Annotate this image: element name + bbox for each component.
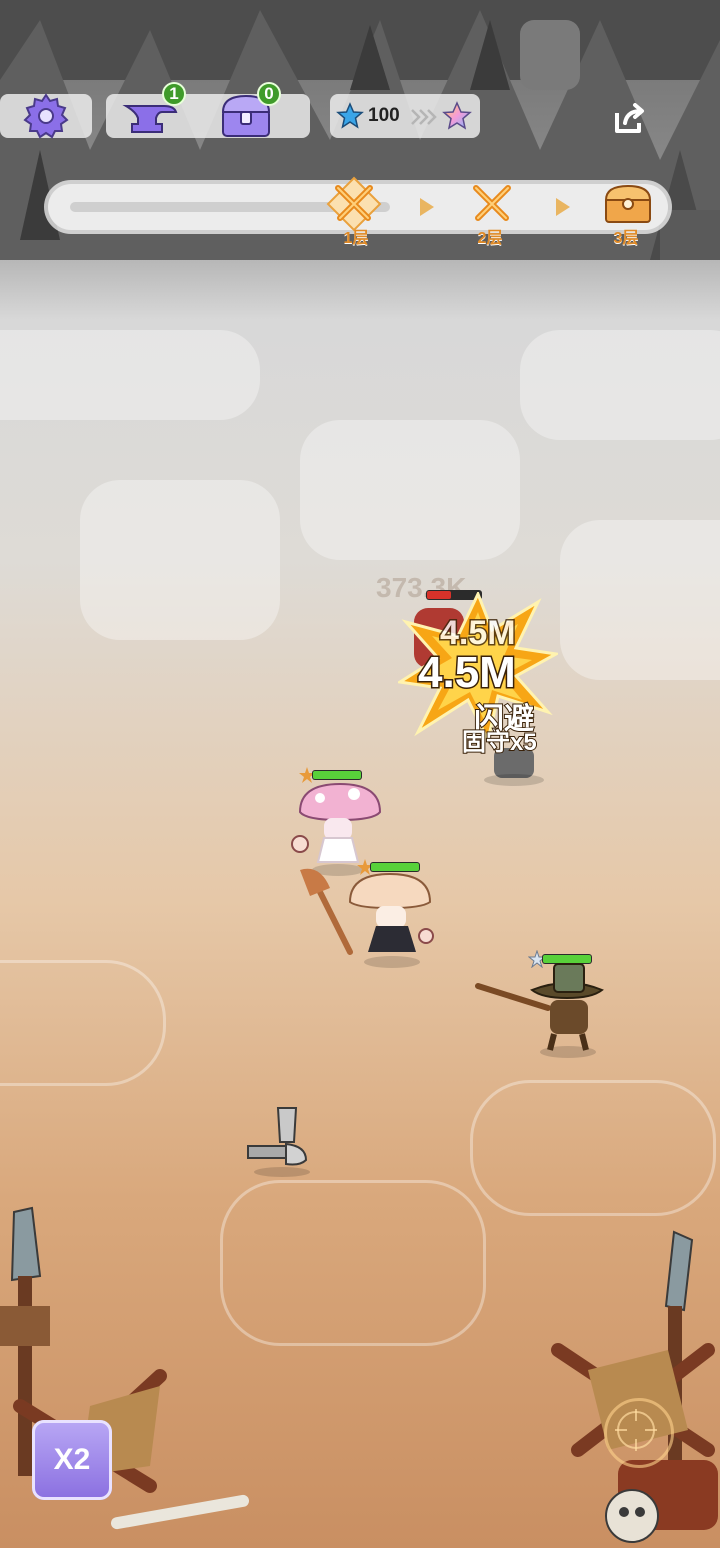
ground-crack	[470, 1080, 716, 1216]
stage-label-2: 2层	[477, 230, 503, 247]
guard-status-text: 固守x5	[461, 728, 538, 757]
ground-stone	[80, 480, 280, 640]
ground-crack	[0, 960, 166, 1086]
stage-arrow	[420, 198, 434, 216]
auto-skill-button[interactable]	[604, 1398, 674, 1468]
share-icon	[615, 103, 644, 133]
ground-stone	[300, 420, 520, 560]
ground-crack	[220, 1180, 486, 1346]
star-count: 100	[368, 105, 400, 126]
damage-number-large: 4.5M	[417, 647, 518, 699]
target-icon	[615, 1409, 657, 1451]
stage-label-1: 1层	[343, 230, 369, 247]
rainbow-star-icon	[442, 101, 472, 130]
crossed-swords-icon	[473, 185, 511, 221]
cream-mushroom-hero[interactable]	[300, 866, 440, 970]
chest-count-badge: 0	[257, 82, 281, 106]
settings-button[interactable]	[18, 90, 74, 142]
chevrons-right-icon	[411, 109, 437, 125]
treasure-chest-icon	[604, 184, 652, 223]
forge-count-badge: 1	[162, 82, 186, 106]
share-button[interactable]	[604, 96, 654, 142]
right-camp-decoration	[551, 1230, 718, 1543]
speed-toggle-button[interactable]: X2	[32, 1420, 112, 1500]
stage-label-3: 3层	[613, 230, 639, 247]
ground-stone	[520, 330, 720, 440]
ground-stone	[560, 520, 720, 680]
gear-icon	[23, 93, 69, 139]
armor-loot-drop[interactable]	[242, 1102, 316, 1178]
ground-stone	[0, 330, 260, 420]
blue-star-icon	[336, 102, 364, 129]
rifleman-hero[interactable]	[474, 960, 608, 1060]
stage-arrow	[556, 198, 570, 216]
